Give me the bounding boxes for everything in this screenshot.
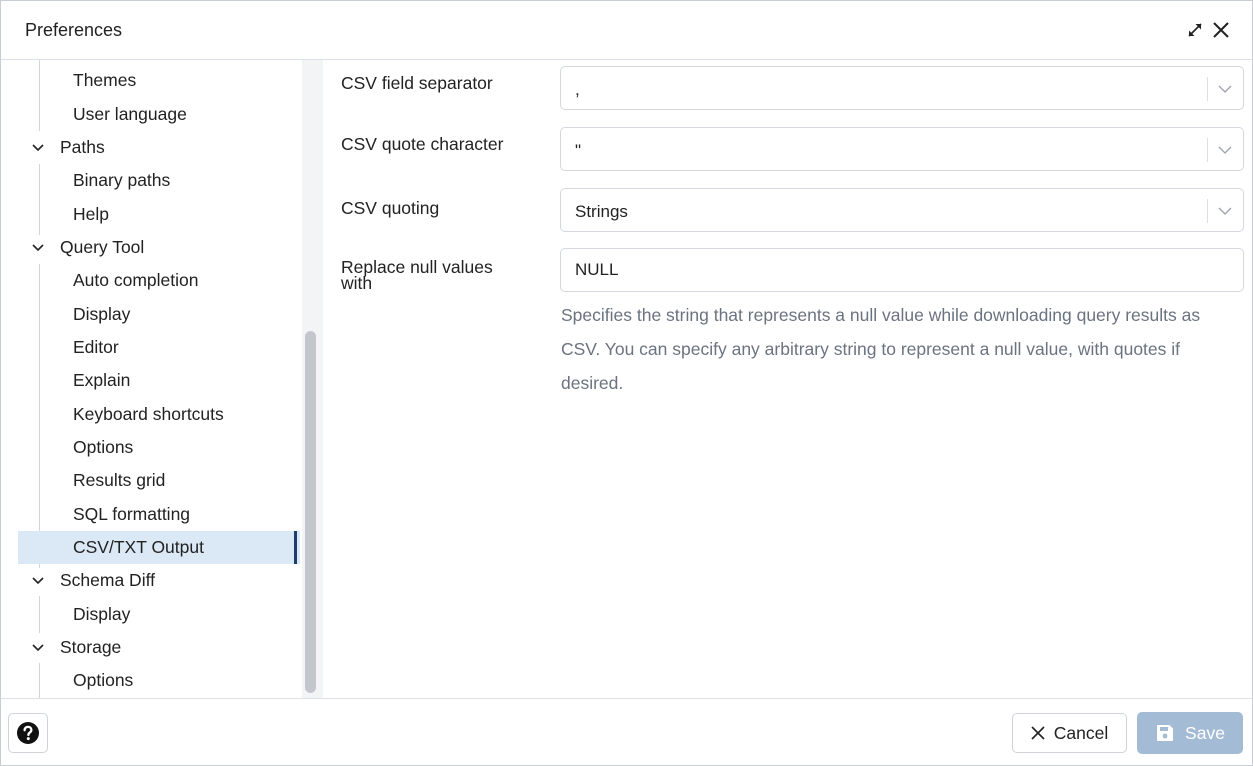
csv-quote-character-select[interactable]: " — [560, 127, 1244, 171]
tree-item-binary-paths[interactable]: Binary paths — [18, 164, 300, 197]
tree-item-user-language[interactable]: User language — [18, 98, 300, 131]
replace-null-label: Replace null values with — [341, 258, 493, 293]
preferences-tree: Themes User language Paths Binary paths … — [18, 60, 304, 698]
chevron-down-icon[interactable] — [29, 139, 46, 156]
tree-item-storage[interactable]: Storage — [18, 631, 300, 664]
chevron-down-icon[interactable] — [29, 572, 46, 589]
select-value: , — [575, 80, 580, 99]
chevron-down-icon[interactable] — [29, 639, 46, 656]
chevron-down-icon[interactable] — [1217, 203, 1233, 219]
tree-item-options[interactable]: Options — [18, 431, 300, 464]
tree-item-sql-formatting[interactable]: SQL formatting — [18, 498, 300, 531]
csv-quoting-select[interactable]: Strings — [560, 188, 1244, 232]
close-button[interactable] — [1208, 16, 1234, 44]
tree-item-label: Results grid — [73, 470, 166, 490]
tree-item-label: Options — [73, 437, 134, 457]
help-icon — [17, 722, 39, 744]
save-label: Save — [1185, 722, 1225, 743]
chevron-down-icon[interactable] — [1217, 142, 1233, 158]
tree-item-label: Schema Diff — [60, 570, 155, 590]
expand-icon — [1188, 23, 1202, 37]
tree-item-display[interactable]: Display — [18, 298, 300, 331]
tree-item-themes[interactable]: Themes — [18, 64, 300, 97]
tree-item-label: Editor — [73, 337, 119, 357]
select-divider — [1207, 199, 1208, 223]
tree-item-label: Paths — [60, 137, 105, 157]
tree-item-help[interactable]: Help — [18, 198, 300, 231]
select-value: " — [575, 141, 582, 160]
tree-item-keyboard-shortcuts[interactable]: Keyboard shortcuts — [18, 398, 300, 431]
csv-quoting-label: CSV quoting — [341, 198, 440, 218]
tree-item-auto-completion[interactable]: Auto completion — [18, 264, 300, 297]
tree-item-schema-diff-display[interactable]: Display — [18, 598, 300, 631]
csv-quote-character-label: CSV quote character — [341, 134, 504, 154]
tree-scrollbar-thumb[interactable] — [305, 331, 316, 693]
chevron-down-icon[interactable] — [29, 239, 46, 256]
chevron-down-icon[interactable] — [1217, 81, 1233, 97]
tree-item-results-grid[interactable]: Results grid — [18, 464, 300, 497]
select-value: Strings — [575, 202, 628, 221]
dialog-footer: Cancel Save — [1, 698, 1252, 765]
close-icon — [1213, 22, 1229, 38]
tree-item-label: Display — [73, 304, 131, 324]
preferences-dialog: Preferences Themes User language Paths B… — [0, 0, 1253, 766]
replace-null-help-text: Specifies the string that represents a n… — [561, 305, 1201, 393]
help-button[interactable] — [8, 713, 48, 753]
save-icon — [1157, 725, 1174, 741]
tree-item-storage-options[interactable]: Options — [18, 664, 300, 697]
expand-button[interactable] — [1182, 16, 1208, 44]
cancel-label: Cancel — [1053, 722, 1109, 743]
tree-item-label: Display — [73, 604, 131, 624]
replace-null-input[interactable] — [560, 248, 1244, 292]
cancel-button[interactable]: Cancel — [1012, 713, 1127, 753]
replace-null-label-line2: with — [341, 273, 373, 293]
tree-item-label: Help — [73, 204, 109, 224]
save-button[interactable]: Save — [1137, 712, 1243, 754]
tree-item-label: Keyboard shortcuts — [73, 404, 224, 424]
tree-item-label: SQL formatting — [73, 504, 191, 524]
tree-item-label: Themes — [73, 70, 137, 90]
tree-item-label: CSV/TXT Output — [73, 537, 204, 557]
tree-item-csv-txt-output[interactable]: CSV/TXT Output — [18, 531, 300, 564]
csv-field-separator-select[interactable]: , — [560, 66, 1244, 110]
dialog-title: Preferences — [25, 20, 123, 40]
select-divider — [1207, 138, 1208, 162]
tree-item-explain[interactable]: Explain — [18, 364, 300, 397]
select-divider — [1207, 77, 1208, 101]
tree-item-query-tool[interactable]: Query Tool — [18, 231, 300, 264]
title-bar: Preferences — [1, 1, 1252, 60]
tree-item-label: Binary paths — [73, 170, 171, 190]
tree-item-label: Options — [73, 670, 134, 690]
csv-field-separator-label: CSV field separator — [341, 73, 493, 93]
close-icon — [1031, 726, 1045, 740]
tree-item-paths[interactable]: Paths — [18, 131, 300, 164]
tree-item-label: Query Tool — [60, 237, 145, 257]
tree-item-label: Explain — [73, 370, 131, 390]
tree-item-schema-diff[interactable]: Schema Diff — [18, 564, 300, 597]
tree-item-label: Storage — [60, 637, 122, 657]
tree-item-label: User language — [73, 104, 187, 124]
tree-item-label: Auto completion — [73, 270, 199, 290]
tree-item-editor[interactable]: Editor — [18, 331, 300, 364]
